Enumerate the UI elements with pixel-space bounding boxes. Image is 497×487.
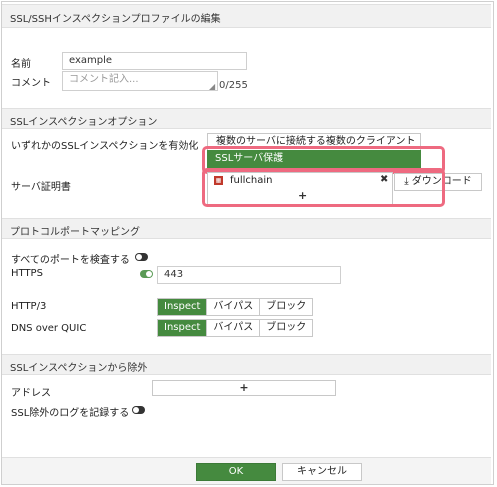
http3-label: HTTP/3 xyxy=(11,301,47,312)
cancel-button[interactable]: キャンセル xyxy=(282,463,362,481)
http3-block-option[interactable]: ブロック xyxy=(259,299,313,315)
dialog-title: SSL/SSHインスペクションプロファイルの編集 xyxy=(10,14,221,25)
address-label: アドレス xyxy=(11,388,51,399)
dns-quic-inspect-option[interactable]: Inspect xyxy=(158,320,207,336)
name-label: 名前 xyxy=(11,59,31,70)
inspect-all-ports-toggle[interactable] xyxy=(135,253,148,261)
dns-quic-action-selector: Inspect バイパス ブロック xyxy=(157,319,314,337)
exempt-log-toggle[interactable] xyxy=(132,406,145,414)
server-cert-label: サーバ証明書 xyxy=(11,182,71,193)
dns-quic-block-option[interactable]: ブロック xyxy=(259,320,313,336)
address-add-field[interactable]: + xyxy=(152,380,336,396)
http3-bypass-option[interactable]: バイパス xyxy=(206,299,260,315)
resize-grip-icon: ◢ xyxy=(209,82,216,91)
comment-input[interactable]: コメント記入... xyxy=(62,71,218,91)
exemptions-title: SSLインスペクションから除外 xyxy=(10,363,148,374)
highlight-server-cert xyxy=(202,168,445,207)
comment-counter: 0/255 xyxy=(219,80,248,91)
name-input[interactable]: example xyxy=(62,52,247,70)
dns-quic-label: DNS over QUIC xyxy=(11,323,87,334)
ssl-options-title: SSLインスペクションオプション xyxy=(10,117,158,128)
http3-action-selector: Inspect バイパス ブロック xyxy=(157,298,314,316)
ssl-options-header: SSLインスペクションオプション xyxy=(2,108,491,129)
enable-inspection-label: いずれかのSSLインスペクションを有効化 xyxy=(11,141,199,152)
https-port-input[interactable]: 443 xyxy=(157,266,341,284)
port-mapping-header: プロトコルポートマッピング xyxy=(2,218,491,239)
inspect-all-ports-label: すべてのポートを検査する xyxy=(11,255,130,266)
ok-button[interactable]: OK xyxy=(196,463,276,481)
port-mapping-title: プロトコルポートマッピング xyxy=(10,227,140,238)
dialog-header: SSL/SSHインスペクションプロファイルの編集 xyxy=(2,4,491,28)
https-label: HTTPS xyxy=(11,268,43,279)
http3-inspect-option[interactable]: Inspect xyxy=(158,299,207,315)
dns-quic-bypass-option[interactable]: バイパス xyxy=(206,320,260,336)
comment-label: コメント xyxy=(11,78,51,89)
https-toggle[interactable] xyxy=(140,270,153,278)
exemptions-header: SSLインスペクションから除外 xyxy=(2,354,491,375)
exempt-log-label: SSL除外のログを記録する xyxy=(11,408,130,419)
